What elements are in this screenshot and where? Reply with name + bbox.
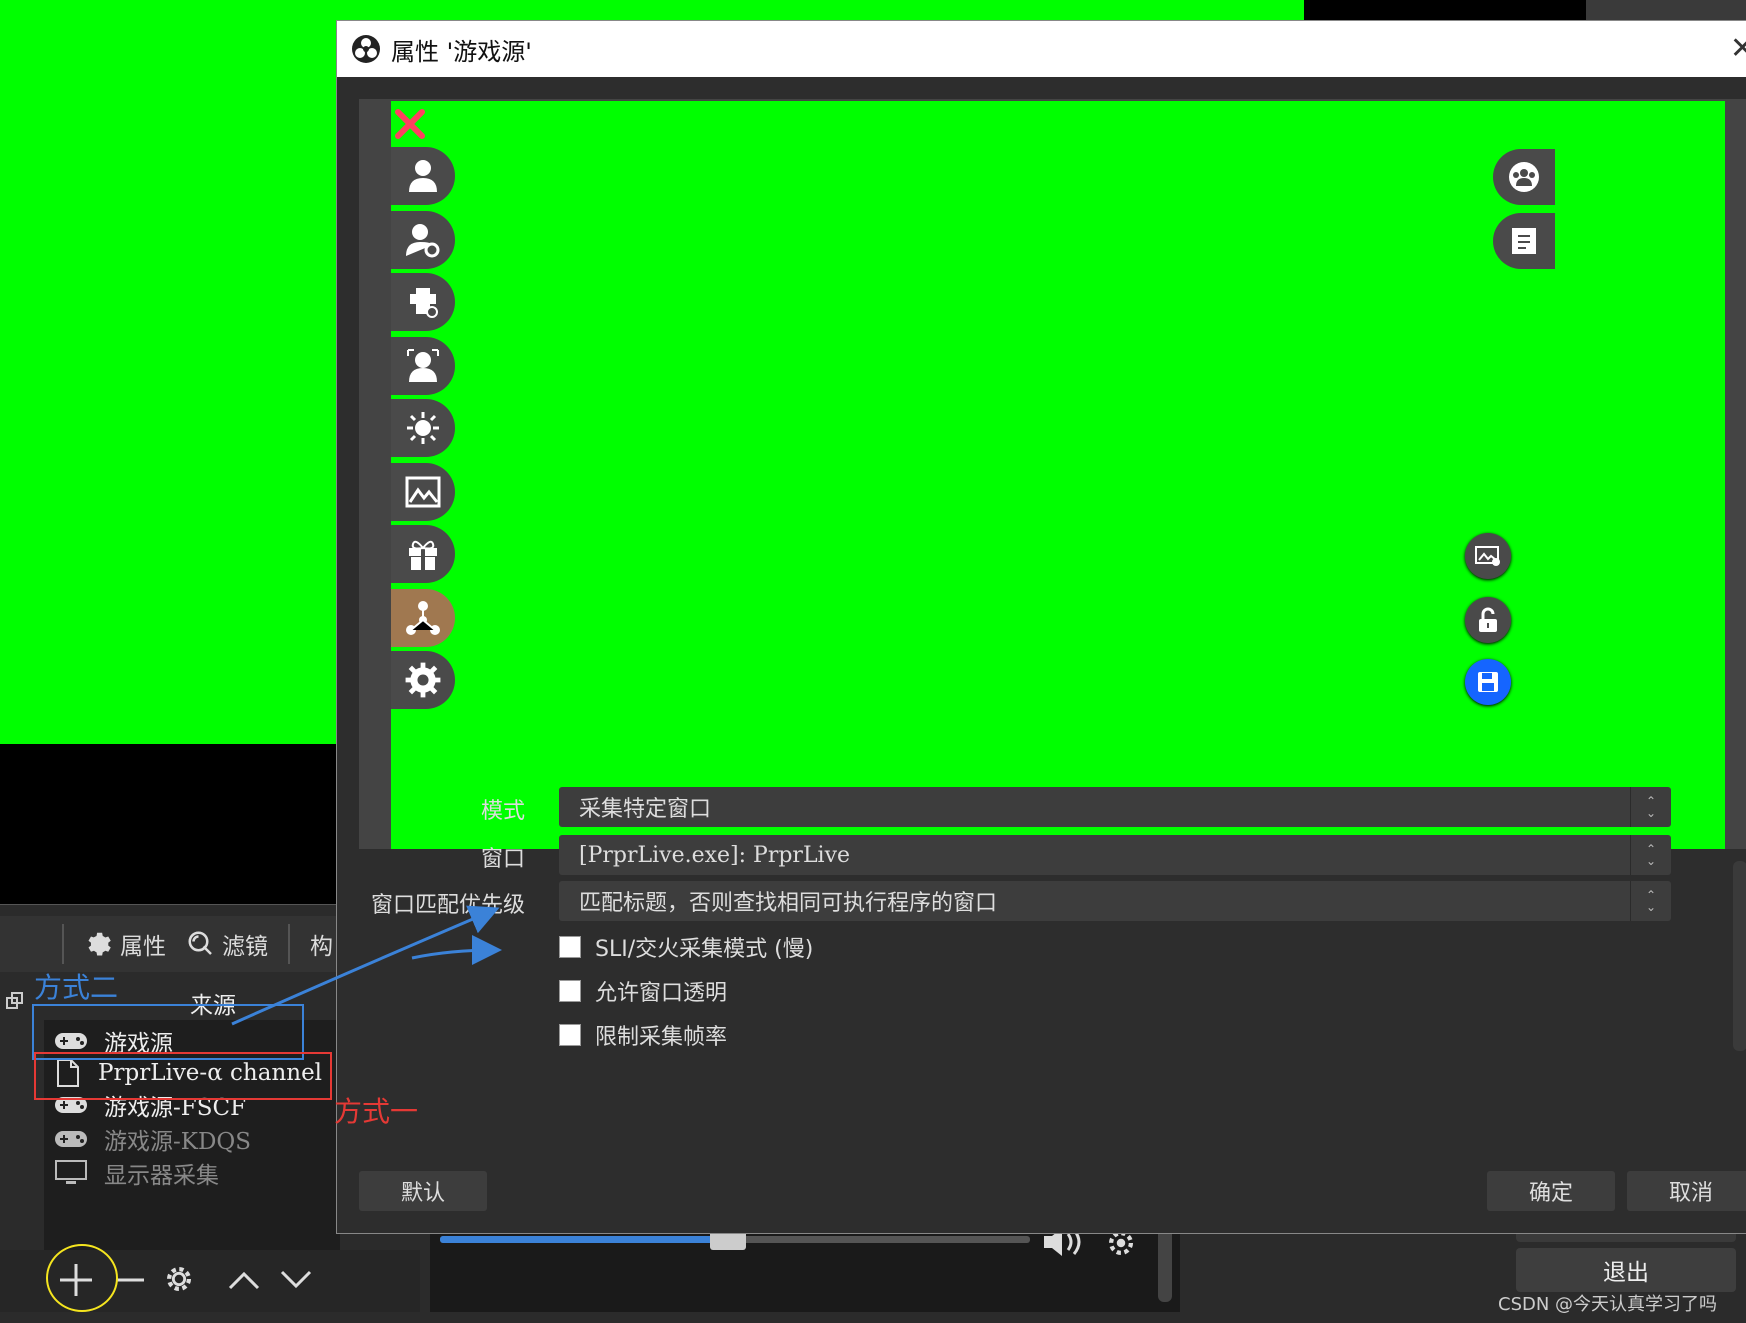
annotation-arrows [231,905,502,1026]
